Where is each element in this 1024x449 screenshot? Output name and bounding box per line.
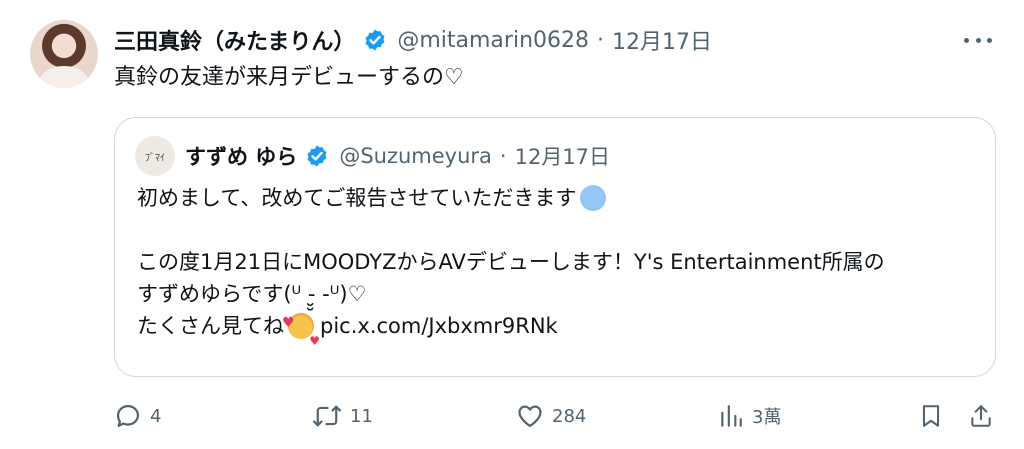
author-handle[interactable]: @mitamarin0628 [397, 28, 589, 53]
quoted-text-line: たくさん見てね pic.x.com/Jxbxmr9RNk [137, 307, 885, 357]
tweet-date[interactable]: 12月17日 [612, 24, 712, 56]
quoted-author-avatar[interactable]: ﾌﾞﾏｲ [135, 136, 175, 176]
media-link[interactable]: pic.x.com/Jxbxmr9RNk [320, 310, 558, 342]
views-count: 3萬 [752, 407, 782, 428]
heart-icon [516, 402, 544, 430]
tweet-text: 真鈴の友達が来月デビューするの♡ [114, 65, 464, 90]
smiling-face-with-hearts-emoji-icon [282, 307, 320, 357]
quoted-text-line-4: たくさん見てね [137, 314, 284, 338]
like-button[interactable]: 284 [516, 396, 586, 436]
reply-icon [114, 402, 142, 430]
quoted-tweet-header: すずめ ゆら @Suzumeyura · 12月17日 [185, 138, 610, 174]
reply-count: 4 [150, 405, 162, 427]
quoted-text-line-1: 初めまして、改めてご報告させていただきます [137, 186, 577, 210]
share-icon [968, 402, 994, 430]
quoted-tweet-body: 初めまして、改めてご報告させていただきます この度1月21日にMOODYZからA… [137, 182, 885, 357]
views-button[interactable]: 3萬 [718, 396, 781, 436]
quoted-text-line: すずめゆらです(ᵁ -̮̮ -ᵁ)♡ [137, 278, 885, 310]
quoted-tweet-date[interactable]: 12月17日 [515, 141, 610, 171]
more-options-icon[interactable] [964, 26, 992, 54]
retweet-count: 11 [350, 405, 373, 427]
author-avatar[interactable] [30, 20, 98, 88]
like-count: 284 [552, 405, 587, 427]
quoted-text-line: 初めまして、改めてご報告させていただきます [137, 182, 885, 214]
separator-dot: · [597, 27, 604, 53]
tweet-header: 三田真鈴（みたまりん） @mitamarin0628 · 12月17日 [114, 22, 712, 58]
quoted-text-line-3: すずめゆらです(ᵁ -̮̮ -ᵁ)♡ [137, 282, 367, 306]
views-icon [718, 402, 744, 430]
quoted-tweet[interactable]: ﾌﾞﾏｲ すずめ ゆら @Suzumeyura · 12月17日 初めまして、改… [114, 117, 996, 377]
quoted-author-handle[interactable]: @Suzumeyura [339, 144, 492, 168]
quoted-author-name[interactable]: すずめ ゆら [185, 141, 297, 171]
retweet-icon [312, 402, 342, 430]
quoted-text-line: この度1月21日にMOODYZからAVデビューします！Y's Entertain… [137, 246, 885, 278]
tweet-actions-bar: 4 11 284 3萬 [114, 396, 996, 436]
separator-dot: · [499, 144, 507, 168]
light-blue-heart-emoji-icon [580, 185, 607, 211]
bookmark-icon [918, 402, 944, 430]
author-name[interactable]: 三田真鈴（みたまりん） [114, 24, 355, 56]
bookmark-button[interactable] [918, 396, 944, 436]
verified-badge-icon [363, 28, 387, 52]
quoted-text-line-2: この度1月21日にMOODYZからAVデビューします！Y's Entertain… [137, 250, 885, 274]
retweet-button[interactable]: 11 [312, 396, 373, 436]
verified-badge-icon [305, 144, 329, 168]
share-button[interactable] [968, 396, 994, 436]
reply-button[interactable]: 4 [114, 396, 161, 436]
